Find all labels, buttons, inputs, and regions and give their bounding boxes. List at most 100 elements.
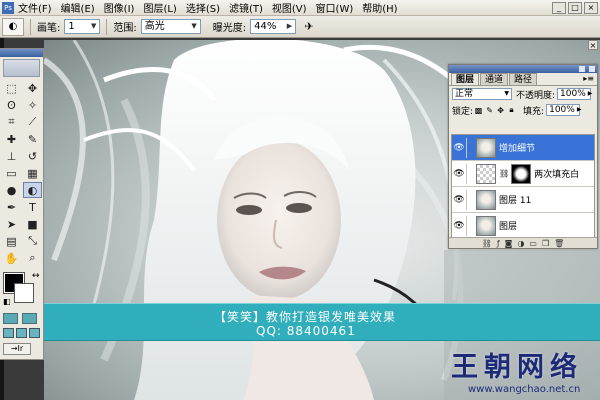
link-slot[interactable] — [466, 137, 476, 158]
default-colors-icon[interactable]: ◧ — [3, 297, 11, 306]
visibility-eye-icon[interactable]: 👁︎ — [452, 195, 466, 205]
background-color-swatch[interactable] — [14, 283, 34, 303]
screen-mode-row — [0, 326, 43, 340]
hand-icon[interactable]: ✋ — [2, 250, 21, 266]
panel-tabs: 图层 通道 路径 ▸≡ — [449, 73, 597, 86]
color-swatches: ↔ ◧ — [2, 271, 41, 307]
fill-input[interactable]: 100% ▶ — [546, 104, 581, 116]
maximize-button[interactable]: □ — [568, 2, 582, 14]
move-icon[interactable]: ✥ — [23, 80, 42, 96]
healing-brush-icon[interactable]: ✚ — [2, 131, 21, 147]
menu-select[interactable]: 选择(S) — [186, 0, 220, 15]
layer-row[interactable]: 👁︎ 图层 11 — [452, 187, 594, 213]
quick-mask-row — [0, 311, 43, 326]
mask-link-icon[interactable]: ⛓︎ — [499, 169, 509, 178]
tab-channels[interactable]: 通道 — [480, 73, 509, 85]
panel-close-icon[interactable] — [589, 66, 595, 72]
clone-stamp-icon[interactable]: ⊥ — [2, 148, 21, 164]
blend-mode-select[interactable]: 正常 ▼ — [452, 88, 512, 100]
lock-all-icon[interactable]: 🔒︎ — [507, 105, 516, 115]
canvas-close-icon[interactable]: × — [588, 40, 598, 50]
link-icon[interactable]: ⛓︎ — [482, 239, 492, 248]
menu-edit[interactable]: 编辑(E) — [61, 0, 95, 15]
zoom-icon[interactable]: ⌕ — [23, 250, 42, 266]
menu-file[interactable]: 文件(F) — [18, 0, 52, 15]
fx-icon[interactable]: ƒ — [497, 239, 500, 248]
tab-layers[interactable]: 图层 — [451, 73, 480, 85]
menu-window[interactable]: 窗口(W) — [316, 0, 354, 15]
exposure-label: 曝光度: — [212, 23, 247, 34]
magic-wand-icon[interactable]: ✧ — [23, 97, 42, 113]
menu-help[interactable]: 帮助(H) — [362, 0, 397, 15]
panel-menu-icon[interactable]: ▸≡ — [583, 73, 597, 85]
adjustment-icon[interactable]: ◑ — [517, 239, 524, 248]
chevron-down-icon: ▼ — [504, 90, 509, 97]
range-select[interactable]: 高光 ▼ — [140, 19, 201, 34]
shape-icon[interactable]: ■ — [23, 216, 42, 232]
new-layer-icon[interactable]: ❐ — [542, 239, 549, 248]
screen-mode-full-menu-button[interactable] — [16, 328, 27, 338]
pen-icon[interactable]: ✒ — [2, 199, 21, 215]
opacity-input[interactable]: 100% ▶ — [557, 88, 592, 100]
chevron-right-icon: ▶ — [286, 22, 293, 30]
jump-to-imageready-button[interactable]: →Ir — [3, 343, 31, 355]
brush-picker[interactable]: 1 ▼ — [64, 19, 101, 34]
swap-colors-icon[interactable]: ↔ — [32, 271, 40, 281]
screen-mode-standard-button[interactable] — [3, 328, 14, 338]
group-icon[interactable]: ▭ — [529, 239, 537, 248]
lock-position-icon[interactable]: ✥ — [496, 106, 505, 115]
lasso-icon[interactable]: ʘ — [2, 97, 21, 113]
brush-icon[interactable]: ✎ — [23, 131, 42, 147]
eraser-icon[interactable]: ▭ — [2, 165, 21, 181]
menu-filter[interactable]: 滤镜(T) — [229, 0, 263, 15]
layer-mask-thumbnail[interactable] — [511, 163, 532, 184]
lock-transparency-icon[interactable]: ▩ — [474, 106, 483, 115]
marquee-icon[interactable]: ⬚ — [2, 80, 21, 96]
exposure-input[interactable]: 44% ▶ — [250, 19, 297, 34]
chevron-down-icon: ▼ — [90, 22, 97, 30]
layers-panel-titlebar[interactable] — [449, 65, 597, 73]
type-icon[interactable]: T — [23, 199, 42, 215]
screen-mode-full-button[interactable] — [29, 328, 40, 338]
link-slot[interactable] — [466, 215, 476, 236]
menu-view[interactable]: 视图(V) — [272, 0, 307, 15]
visibility-eye-icon[interactable]: 👁︎ — [452, 221, 466, 231]
airbrush-icon[interactable]: ✈ — [300, 19, 318, 35]
layer-thumbnail — [476, 215, 496, 236]
crop-icon[interactable]: ⌗ — [2, 114, 21, 130]
quick-mask-button[interactable] — [22, 313, 37, 324]
visibility-eye-icon[interactable]: 👁︎ — [452, 169, 466, 179]
layer-row[interactable]: 👁︎ 图层 — [452, 213, 594, 237]
history-brush-icon[interactable]: ↺ — [23, 148, 42, 164]
gradient-icon[interactable]: ▦ — [23, 165, 42, 181]
layer-row[interactable]: 👁︎ 增加细节 — [452, 135, 594, 161]
panel-minimize-icon[interactable] — [579, 66, 585, 72]
eyedropper-icon[interactable]: ⤡ — [23, 233, 42, 249]
lock-pixels-icon[interactable]: ✎ — [485, 106, 494, 115]
standard-mode-button[interactable] — [3, 313, 18, 324]
dodge-tool-icon[interactable]: ◐ — [2, 17, 24, 36]
layer-row[interactable]: 👁︎ ⛓︎ 两次填充白 — [452, 161, 594, 187]
menu-image[interactable]: 图像(I) — [104, 0, 135, 15]
link-slot[interactable] — [466, 163, 476, 184]
minimize-button[interactable]: _ — [552, 2, 566, 14]
chevron-down-icon: ▼ — [191, 22, 197, 30]
dodge-icon[interactable]: ◐ — [23, 182, 42, 198]
fill-value: 100% — [549, 105, 575, 115]
mask-icon[interactable]: ◙ — [505, 239, 513, 248]
blur-icon[interactable]: ● — [2, 182, 21, 198]
visibility-eye-icon[interactable]: 👁︎ — [452, 143, 466, 153]
menu-layer[interactable]: 图层(L) — [143, 0, 176, 15]
trash-icon[interactable]: 🗑︎ — [554, 239, 564, 248]
slice-icon[interactable]: ⟋ — [23, 114, 42, 130]
tab-paths[interactable]: 路径 — [509, 73, 538, 85]
notes-icon[interactable]: ▤ — [2, 233, 21, 249]
fill-label: 填充: — [523, 106, 545, 117]
close-button[interactable]: × — [584, 2, 598, 14]
options-bar: ◐ 画笔: 1 ▼ 范围: 高光 ▼ 曝光度: 44% ▶ ✈ — [0, 16, 600, 38]
toolbox: ⬚ ✥ ʘ ✧ ⌗ ⟋ ✚ ✎ ⊥ ↺ ▭ ▦ ● ◐ ✒ T ➤ ■ ▤ ⤡ ✋ ⌕ ↔ ◧ →Ir — [0, 48, 44, 360]
toolbox-titlebar[interactable] — [0, 49, 43, 57]
link-slot[interactable] — [466, 189, 476, 210]
feather-logo-icon — [3, 59, 40, 77]
path-selection-icon[interactable]: ➤ — [2, 216, 21, 232]
